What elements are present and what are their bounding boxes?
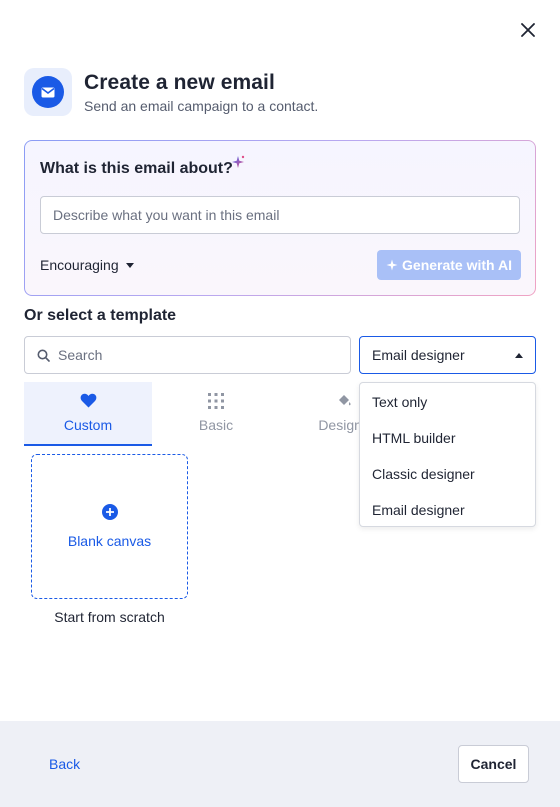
tab-label: Basic [198,417,234,433]
tone-dropdown[interactable]: Encouraging [40,257,134,273]
ai-description-input[interactable] [40,196,520,234]
template-section-heading: Or select a template [24,307,177,324]
heart-icon [80,393,96,408]
tab-label: Custom [63,417,113,433]
back-button[interactable]: Back [49,756,80,772]
chevron-down-icon [125,262,134,268]
dialog-title: Create a new email [84,70,275,94]
header-icon-tile [24,68,72,116]
search-icon [37,349,50,362]
envelope-icon [32,76,64,108]
chevron-up-icon [515,353,523,358]
ai-question-label: What is this email about? [40,160,233,177]
tone-label: Encouraging [40,257,119,273]
ai-prompt-panel: What is this email about? Encouraging Ge… [24,140,536,296]
template-type-select[interactable]: Email designer [359,336,536,374]
close-button[interactable] [516,18,540,42]
blank-canvas-label: Blank canvas [67,533,152,549]
menu-item-html-builder[interactable]: HTML builder [360,420,535,456]
close-icon [521,23,535,37]
template-search-input[interactable] [58,347,338,363]
blank-canvas-caption: Start from scratch [54,609,165,625]
template-type-value: Email designer [372,347,465,363]
template-tabs: Custom Basic Designe [24,382,408,446]
tab-custom[interactable]: Custom [24,382,152,446]
sparkle-icon [232,155,245,168]
blank-canvas-card[interactable]: Blank canvas [31,454,188,599]
dialog-footer: Back Cancel [0,721,560,807]
menu-item-classic-designer[interactable]: Classic designer [360,456,535,492]
dialog-header: Create a new email Send an email campaig… [24,68,318,116]
template-type-menu: Text only HTML builder Classic designer … [359,382,536,527]
cancel-button[interactable]: Cancel [458,745,529,783]
paint-bucket-icon [339,395,351,406]
grid-icon [208,393,224,409]
tab-basic[interactable]: Basic [152,382,280,446]
template-search[interactable] [24,336,351,374]
generate-with-ai-button[interactable]: Generate with AI [377,250,521,280]
plus-circle-icon [101,504,118,520]
generate-label: Generate with AI [402,257,512,273]
menu-item-text-only[interactable]: Text only [360,384,535,420]
menu-item-email-designer[interactable]: Email designer [360,492,535,528]
header-text: Create a new email Send an email campaig… [84,71,318,114]
sparkle-icon [386,259,398,271]
dialog-subtitle: Send an email campaign to a contact. [84,97,319,114]
